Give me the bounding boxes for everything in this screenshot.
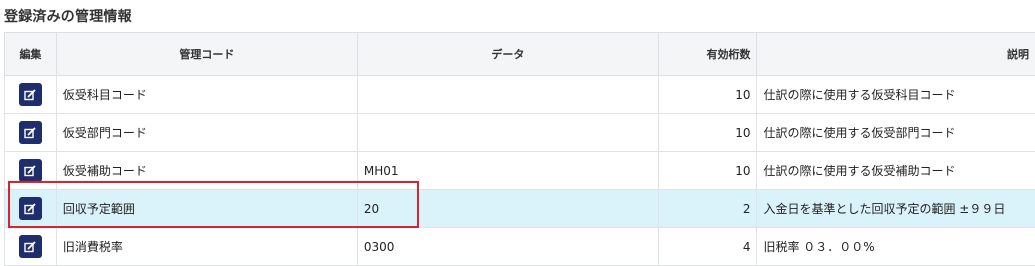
- table-row[interactable]: 仮受部門コード 10 仕訳の際に使用する仮受部門コード: [5, 114, 1035, 152]
- edit-button[interactable]: [19, 121, 42, 144]
- cell-digits: 10: [658, 76, 757, 114]
- management-info-table: 編集 管理コード データ 有効桁数 説明 仮受科目コード 10 仕訳の際に使用す…: [4, 32, 1035, 266]
- cell-data: 0300: [357, 228, 658, 266]
- edit-icon: [24, 241, 36, 253]
- cell-data: [357, 76, 658, 114]
- cell-digits: 10: [658, 114, 757, 152]
- cell-digits: 2: [658, 190, 757, 228]
- edit-button[interactable]: [19, 235, 42, 258]
- cell-code: 仮受補助コード: [56, 152, 357, 190]
- table-row[interactable]: 仮受補助コード MH01 10 仕訳の際に使用する仮受補助コード: [5, 152, 1035, 190]
- table-header-row: 編集 管理コード データ 有効桁数 説明: [5, 33, 1035, 76]
- edit-icon: [24, 89, 36, 101]
- cell-code: 仮受科目コード: [56, 76, 357, 114]
- cell-data: 20: [357, 190, 658, 228]
- edit-icon: [24, 203, 36, 215]
- cell-description: 仕訳の際に使用する仮受科目コード: [757, 76, 1035, 114]
- cell-code: 旧消費税率: [56, 228, 357, 266]
- cell-code: 回収予定範囲: [56, 190, 357, 228]
- column-header-description: 説明: [757, 33, 1035, 76]
- column-header-code: 管理コード: [56, 33, 357, 76]
- cell-description: 仕訳の際に使用する仮受補助コード: [757, 152, 1035, 190]
- edit-button[interactable]: [19, 197, 42, 220]
- cell-description: 仕訳の際に使用する仮受部門コード: [757, 114, 1035, 152]
- table-row[interactable]: 旧消費税率 0300 4 旧税率 ０３．００%: [5, 228, 1035, 266]
- column-header-digits: 有効桁数: [658, 33, 757, 76]
- column-header-edit: 編集: [5, 33, 57, 76]
- edit-icon: [24, 165, 36, 177]
- cell-digits: 4: [658, 228, 757, 266]
- cell-description: 入金日を基準とした回収予定の範囲 ±９９日: [757, 190, 1035, 228]
- column-header-data: データ: [357, 33, 658, 76]
- cell-data: MH01: [357, 152, 658, 190]
- cell-data: [357, 114, 658, 152]
- edit-icon: [24, 127, 36, 139]
- cell-description: 旧税率 ０３．００%: [757, 228, 1035, 266]
- page-title: 登録済みの管理情報: [4, 6, 132, 26]
- edit-button[interactable]: [19, 83, 42, 106]
- cell-digits: 10: [658, 152, 757, 190]
- table-row[interactable]: 仮受科目コード 10 仕訳の際に使用する仮受科目コード: [5, 76, 1035, 114]
- edit-button[interactable]: [19, 159, 42, 182]
- table-row-selected[interactable]: 回収予定範囲 20 2 入金日を基準とした回収予定の範囲 ±９９日: [5, 190, 1035, 228]
- cell-code: 仮受部門コード: [56, 114, 357, 152]
